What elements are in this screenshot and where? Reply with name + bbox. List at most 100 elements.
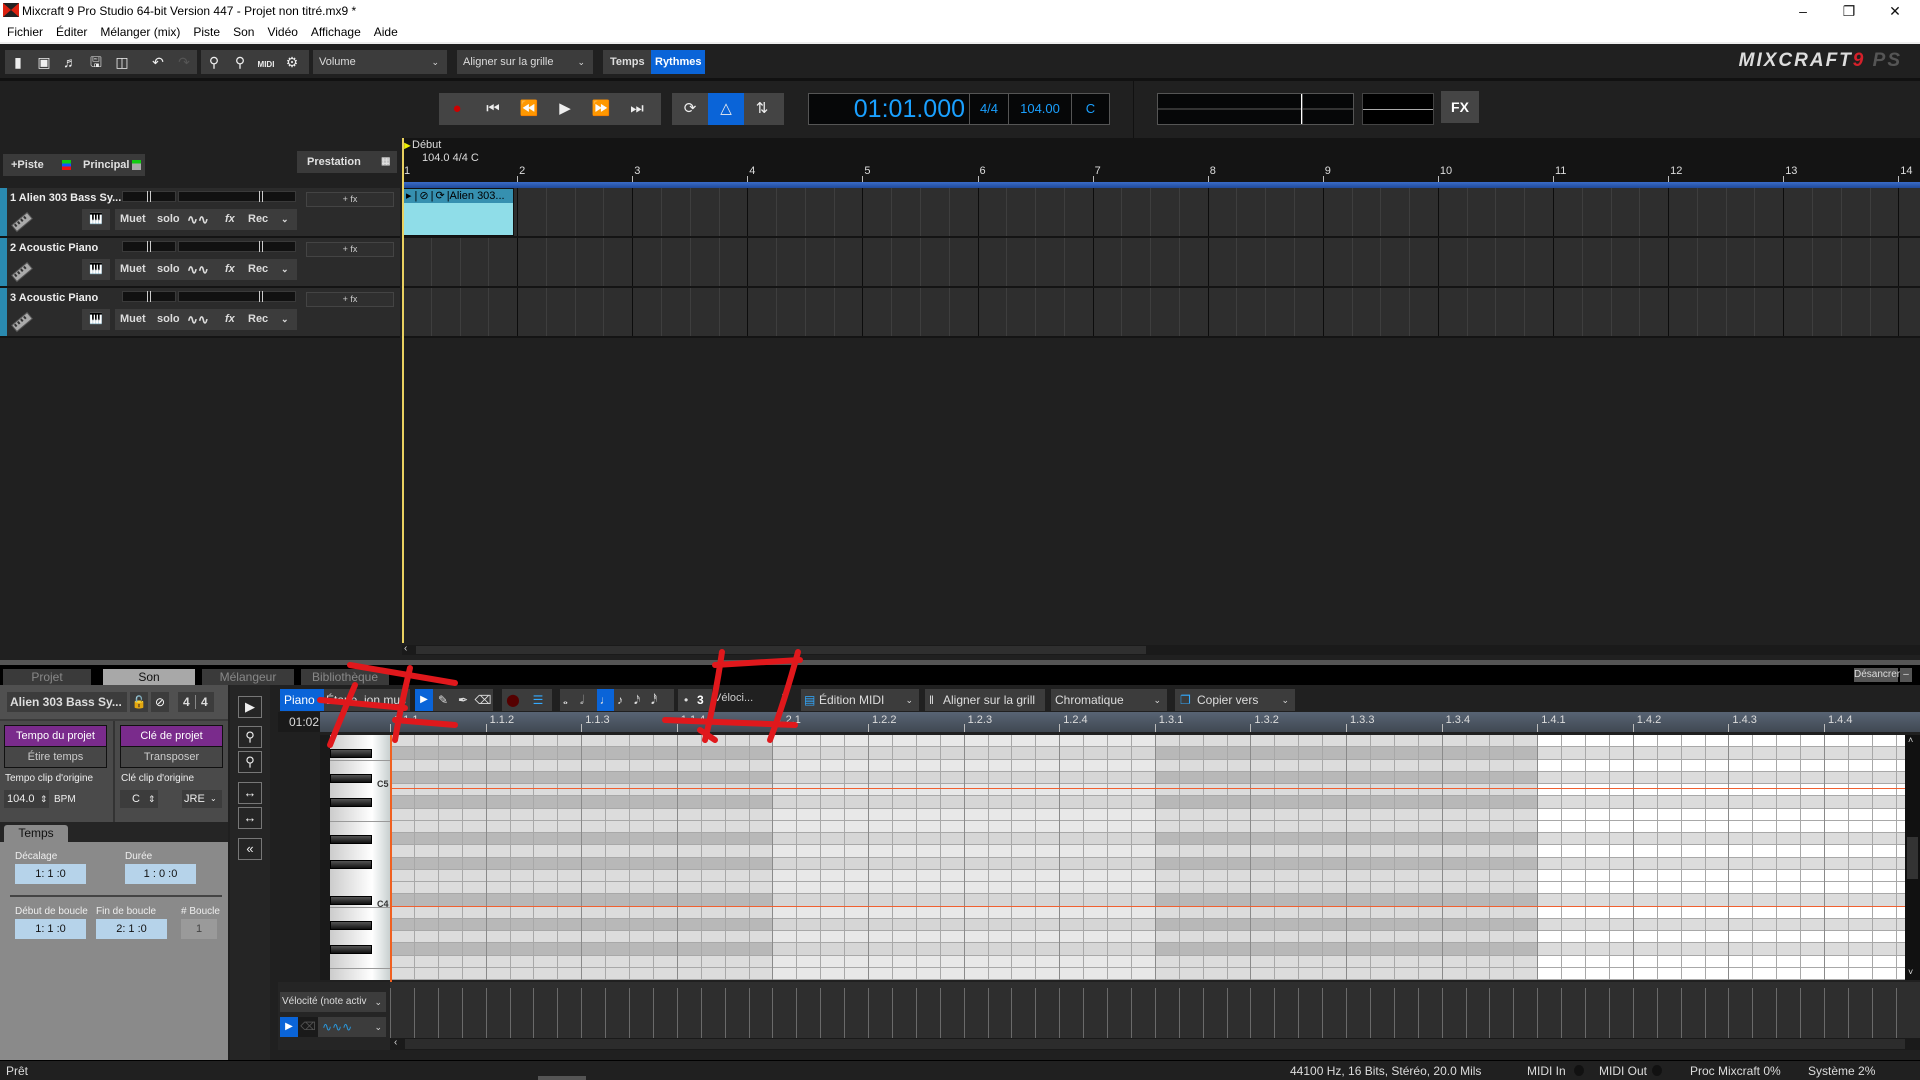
grid-cell[interactable]: [1824, 967, 1905, 980]
volume-slider[interactable]: [178, 191, 296, 202]
time-mode-button[interactable]: Temps: [603, 50, 651, 74]
minimize-panel-button[interactable]: –: [1900, 668, 1912, 682]
menu-affichage[interactable]: Affichage: [304, 22, 367, 39]
grid-cell[interactable]: [1824, 784, 1905, 797]
automation-icon[interactable]: ∿∿: [187, 259, 209, 280]
add-track-button[interactable]: +Piste: [11, 154, 44, 176]
grid-cell[interactable]: [1824, 931, 1905, 944]
grid-cell[interactable]: [1824, 808, 1905, 821]
grid-cell[interactable]: [1824, 796, 1905, 809]
tab-piano[interactable]: Piano: [280, 689, 324, 711]
grid-cell[interactable]: [1824, 747, 1905, 760]
clip-loop-icon[interactable]: ⟳: [433, 190, 446, 202]
quantize-icon[interactable]: ☰: [524, 689, 552, 711]
triplet-button[interactable]: 3: [697, 689, 704, 711]
add-fx-button[interactable]: + fx: [306, 192, 394, 207]
solo-button[interactable]: solo: [157, 259, 180, 280]
save-icon[interactable]: 🖫: [83, 50, 109, 74]
black-key[interactable]: [330, 773, 372, 783]
half-note-icon[interactable]: 𝅗𝅥: [580, 689, 584, 711]
automation-icon[interactable]: ∿∿: [187, 309, 209, 330]
go-start-button[interactable]: ⏮: [475, 93, 511, 125]
volume-slider[interactable]: [178, 291, 296, 302]
copy-to-menu[interactable]: ❐ Copier vers ⌄: [1175, 689, 1295, 711]
add-fx-button[interactable]: + fx: [306, 292, 394, 307]
midi-edit-menu[interactable]: ▤ Édition MIDI ⌄: [801, 689, 919, 711]
eraser-tool-icon[interactable]: ⌫: [473, 689, 493, 711]
settings-gear-icon[interactable]: ⚙: [279, 50, 305, 74]
record-arm-button[interactable]: Rec: [248, 259, 268, 280]
tab-temps[interactable]: Temps: [4, 825, 68, 842]
mute-button[interactable]: Muet: [120, 309, 146, 330]
volume-slider[interactable]: [178, 241, 296, 252]
velocity-spinner-icon[interactable]: ⇕: [780, 692, 788, 703]
rewind-button[interactable]: ⏪: [511, 93, 547, 125]
black-key[interactable]: [330, 859, 372, 869]
tab-bibliotheque[interactable]: Bibliothèque: [301, 669, 389, 685]
dotted-note-icon[interactable]: •: [684, 689, 688, 711]
tab-melangeur[interactable]: Mélangeur: [202, 669, 294, 685]
thirty-second-note-icon[interactable]: 𝅘𝅥𝅰: [651, 689, 657, 711]
open-folder-icon[interactable]: ▣: [31, 50, 57, 74]
piano-roll-button[interactable]: 🎹: [82, 259, 110, 280]
velocity-select[interactable]: Vélocité (note activ ⌄: [280, 992, 386, 1012]
play-button[interactable]: ▶: [547, 93, 583, 125]
grid-cell[interactable]: [1824, 735, 1905, 748]
fx-button[interactable]: fx: [225, 259, 235, 280]
zoom-in-horizontal-icon[interactable]: ↔: [238, 782, 262, 804]
zoom-out-horizontal-icon[interactable]: ↔: [238, 807, 262, 829]
track-lane[interactable]: ▸ | ⊘ | ⟳ |Alien 303...: [402, 188, 1920, 238]
menu-editer[interactable]: Éditer: [49, 22, 93, 39]
grid-cell[interactable]: [1824, 845, 1905, 858]
whole-note-icon[interactable]: 𝅝: [563, 689, 568, 711]
black-key[interactable]: [330, 945, 372, 955]
track-lane[interactable]: [402, 238, 1920, 288]
grid-cell[interactable]: [1824, 894, 1905, 907]
go-end-button[interactable]: ⏭: [619, 93, 655, 125]
undo-icon[interactable]: ↶: [145, 50, 171, 74]
clip-play-icon[interactable]: ▸: [403, 190, 415, 202]
scroll-left-icon[interactable]: ‹: [394, 1037, 397, 1048]
black-key[interactable]: [330, 896, 372, 906]
origin-key-input[interactable]: C ⇕: [120, 790, 158, 808]
record-arm-button[interactable]: Rec: [248, 309, 268, 330]
fast-forward-button[interactable]: ⏩: [583, 93, 619, 125]
transpose-button[interactable]: Transposer: [120, 746, 223, 768]
loop-end-field[interactable]: 2: 1 :0: [96, 919, 167, 939]
count-in-icon[interactable]: ⇅: [744, 93, 780, 125]
beats-mode-button[interactable]: Rythmes: [651, 50, 705, 74]
grid-cell[interactable]: [1824, 759, 1905, 772]
zoom-in-icon[interactable]: ⚲: [201, 50, 227, 74]
piano-roll-grid[interactable]: [390, 735, 1905, 980]
pan-slider[interactable]: [122, 191, 176, 202]
open-music-icon[interactable]: ♬: [57, 50, 83, 74]
sixteenth-note-icon[interactable]: 𝅘𝅥𝅯: [634, 689, 640, 711]
automation-icon[interactable]: ∿∿: [187, 209, 209, 230]
clip-mute-icon[interactable]: ⊘: [417, 190, 430, 202]
black-key[interactable]: [330, 920, 372, 930]
menu-fichier[interactable]: Fichier: [0, 22, 49, 39]
black-key[interactable]: [330, 835, 372, 844]
piano-keyboard[interactable]: C5 C4: [320, 735, 390, 980]
lock-icon[interactable]: 🔓: [130, 692, 148, 712]
restore-button[interactable]: ❐: [1826, 0, 1872, 22]
grid-cell[interactable]: [1824, 918, 1905, 931]
project-key-button[interactable]: Clé de projet: [120, 725, 223, 747]
new-file-icon[interactable]: ▮: [5, 50, 31, 74]
timeline-horizontal-scrollbar[interactable]: ‹: [402, 643, 1920, 655]
tab-etape[interactable]: Étape: [324, 689, 362, 711]
key-display[interactable]: C: [1071, 93, 1110, 125]
select-tool-icon[interactable]: ▶: [415, 689, 433, 711]
add-fx-button[interactable]: + fx: [306, 242, 394, 257]
chevron-down-icon[interactable]: ⌄: [281, 309, 289, 330]
grid-cell[interactable]: [1824, 857, 1905, 870]
grid-cell[interactable]: [1824, 943, 1905, 956]
snap-select[interactable]: Aligner sur la grille ⌄: [457, 50, 593, 74]
time-display[interactable]: 01:01.000: [808, 93, 970, 125]
record-arm-button[interactable]: Rec: [248, 209, 268, 230]
menu-melanger[interactable]: Mélanger (mix): [93, 22, 186, 39]
pan-slider[interactable]: [122, 241, 176, 252]
tab-notation[interactable]: ion mus: [362, 689, 410, 711]
grid-cell[interactable]: [1824, 771, 1905, 784]
performance-button[interactable]: Prestation ▦: [297, 151, 397, 173]
